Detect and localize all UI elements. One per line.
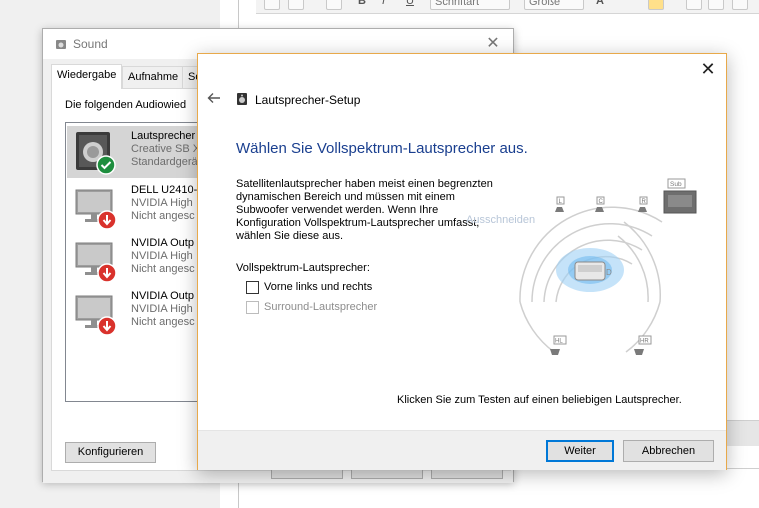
cancel-button[interactable] [351, 469, 423, 479]
insert-button-2[interactable] [708, 0, 724, 10]
fullrange-label: Vollspektrum-Lautsprecher: [236, 262, 370, 274]
speaker-label-sub: Sub [670, 181, 682, 188]
speaker-diagram: D L C R Sub HL HR [519, 178, 697, 355]
font-family-select[interactable]: Schriftart [430, 0, 510, 10]
font-family-value: Schriftart [435, 0, 480, 8]
speaker-setup-icon [237, 93, 247, 105]
speaker-label-r: R [642, 199, 647, 205]
next-button[interactable]: Weiter [546, 440, 614, 462]
playback-description: Die folgenden Audiowied [65, 99, 187, 111]
svg-text:D: D [606, 268, 612, 277]
close-icon[interactable]: ✕ [481, 33, 505, 55]
setup-description: Satellitenlautsprecher haben meist einen… [236, 178, 493, 242]
speaker-setup-dialog: ✕ Lautsprecher-Setup Wählen Sie Vollspek… [197, 53, 727, 470]
cancel-button[interactable]: Abbrechen [623, 440, 714, 462]
sound-footer [271, 469, 507, 481]
sound-title: Sound [73, 37, 108, 51]
editor-toolbar: B I U Schriftart Größe A [256, 0, 759, 14]
device-item-nvidia-2[interactable]: NVIDIA Outp NVIDIA High Nicht angesc [67, 286, 199, 338]
strike-button[interactable] [288, 0, 304, 10]
italic-button[interactable]: I [382, 0, 394, 10]
device-item-dell[interactable]: DELL U2410-8 NVIDIA High Nicht angesc [67, 180, 200, 232]
bold-button[interactable]: B [358, 0, 370, 10]
checkbox-label: Vorne links und rechts [264, 281, 373, 293]
device-name: Lautsprecher [131, 130, 196, 142]
device-status: Nicht angesc [131, 263, 195, 275]
monitor-icon [75, 242, 117, 283]
tab-recording[interactable]: Aufnahme [122, 66, 185, 88]
device-item-nvidia-1[interactable]: NVIDIA Outp NVIDIA High Nicht angesc [67, 233, 199, 285]
checkbox-label: Surround-Lautsprecher [264, 301, 378, 313]
font-size-select[interactable]: Größe [524, 0, 584, 10]
speaker-label-hl: HL [555, 339, 563, 345]
monitor-icon [75, 189, 117, 230]
speaker-label-c: C [599, 199, 604, 205]
format-painter-button[interactable] [326, 0, 342, 10]
back-arrow-icon[interactable] [206, 90, 222, 106]
device-status: Standardgerä [131, 156, 198, 168]
setup-footer: Weiter Abbrechen [198, 430, 726, 470]
device-name: DELL U2410-8 [131, 184, 200, 196]
front-right-speaker[interactable]: R [638, 196, 648, 212]
font-color-button[interactable] [264, 0, 280, 10]
setup-heading: Wählen Sie Vollspektrum-Lautsprecher aus… [236, 140, 528, 157]
device-status: Nicht angesc [131, 210, 195, 222]
device-name: NVIDIA Outp [131, 290, 194, 302]
front-left-speaker[interactable]: L [555, 196, 565, 212]
speaker-device-icon [76, 132, 116, 175]
speaker-label-hr: HR [640, 339, 649, 345]
insert-button[interactable] [686, 0, 702, 10]
configure-button[interactable]: Konfigurieren [65, 442, 156, 463]
speaker-icon [56, 40, 66, 49]
device-status: Nicht angesc [131, 316, 195, 328]
text-size-button[interactable]: A [596, 0, 614, 10]
device-name: NVIDIA Outp [131, 237, 194, 249]
device-driver: NVIDIA High [131, 197, 193, 209]
underline-button[interactable]: U [406, 0, 418, 10]
device-driver: NVIDIA High [131, 303, 193, 315]
device-driver: Creative SB X [131, 143, 200, 155]
checkbox-box[interactable] [246, 281, 259, 294]
device-item-speakers[interactable]: Lautsprecher Creative SB X Standardgerä [67, 126, 200, 178]
ok-button[interactable] [271, 469, 343, 479]
device-driver: NVIDIA High [131, 250, 193, 262]
close-icon[interactable]: ✕ [696, 58, 720, 80]
checkbox-box[interactable] [246, 301, 259, 314]
font-size-value: Größe [529, 0, 561, 8]
emoji-button[interactable] [648, 0, 664, 10]
apply-button[interactable] [431, 469, 503, 479]
subwoofer-speaker[interactable]: Sub [663, 178, 697, 214]
rear-right-speaker[interactable]: HR [634, 335, 652, 355]
device-list[interactable]: Lautsprecher Creative SB X Standardgerä … [65, 122, 200, 402]
monitor-icon [75, 295, 117, 336]
rear-left-speaker[interactable]: HL [550, 335, 567, 355]
test-hint: Klicken Sie zum Testen auf einen beliebi… [397, 394, 682, 406]
insert-button-3[interactable] [732, 0, 748, 10]
tab-playback[interactable]: Wiedergabe [51, 64, 123, 89]
setup-title: Lautsprecher-Setup [255, 93, 361, 107]
center-speaker[interactable]: C [595, 196, 605, 212]
